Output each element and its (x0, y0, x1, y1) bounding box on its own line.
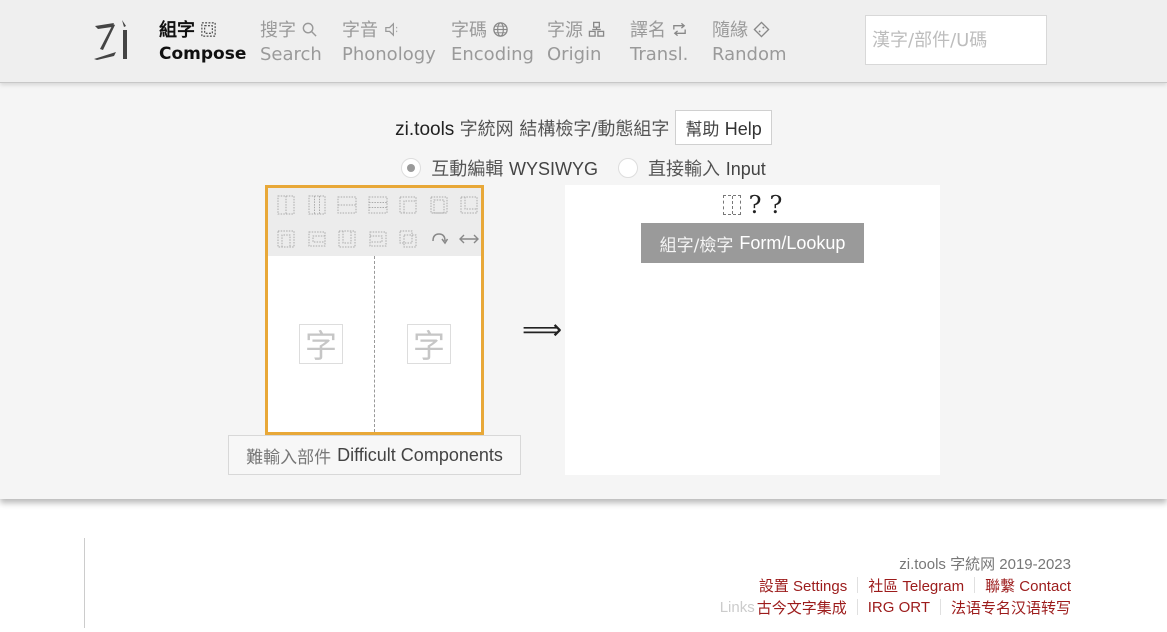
ids-component-2: ? (769, 191, 783, 219)
mode-input-radio[interactable]: 直接輸入 Input (617, 155, 766, 181)
link-separator (974, 577, 976, 593)
overlap-layout-icon[interactable] (398, 229, 418, 249)
form-lookup-zh: 組字/檢字 (659, 235, 734, 256)
nav-random-zh: 隨緣 (712, 20, 748, 41)
nav-translation-en: Transl. (630, 44, 689, 65)
mode-wysiwyg-radio[interactable]: 互動編輯 WYSIWYG (401, 155, 598, 181)
copyright-text: zi.tools 字統网 2019-2023 (899, 555, 1071, 573)
nav-translation-zh: 譯名 (630, 20, 666, 41)
nav-origin[interactable]: 字源 Origin (547, 17, 605, 65)
nav-translation[interactable]: 譯名 Transl. (630, 17, 688, 65)
nav-phonology[interactable]: 字音 Phonology (342, 17, 436, 65)
nav-search-zh: 搜字 (260, 20, 296, 41)
mode-selector: 互動編輯 WYSIWYG 直接輸入 Input (0, 155, 1167, 181)
nav-encoding[interactable]: 字碼 Encoding (451, 17, 534, 65)
nav-random-en: Random (712, 44, 787, 65)
nav-compose-zh: 組字 (159, 20, 195, 41)
nav-origin-zh: 字源 (547, 20, 583, 41)
search-icon (300, 20, 318, 38)
page-title-en: zi.tools (395, 118, 455, 140)
footer-divider (84, 538, 85, 628)
result-panel: ? ? 組字/檢字 Form/Lookup (565, 185, 940, 475)
structure-editor: 字 字 (265, 185, 484, 435)
ids-component-1: ? (748, 191, 762, 219)
nav-encoding-en: Encoding (451, 44, 534, 65)
ids-sequence: ? ? (565, 191, 940, 219)
left-middle-right-layout-icon[interactable] (307, 195, 327, 215)
compose-panel: zi.tools 字統网 結構檢字/動態組字 幫助 Help 互動編輯 WYSI… (0, 83, 1167, 499)
settings-link[interactable]: 設置 Settings (759, 575, 847, 596)
surround-top-open-layout-icon[interactable] (276, 229, 296, 249)
editor-canvas: 字 字 (268, 256, 481, 432)
top-middle-bottom-layout-icon[interactable] (368, 195, 388, 215)
surround-bottom-left-layout-icon[interactable] (459, 195, 479, 215)
link-separator (856, 599, 858, 615)
link-separator (939, 599, 941, 615)
surround-left-layout-icon[interactable] (307, 229, 327, 249)
nav-compose[interactable]: 組字 Compose (159, 17, 246, 64)
form-lookup-button[interactable]: 組字/檢字 Form/Lookup (641, 223, 864, 263)
nav-search[interactable]: 搜字 Search (260, 17, 322, 65)
left-right-layout-icon (722, 195, 741, 215)
top-nav-bar: 組字 Compose 搜字 Search 字音 Phonology 字碼 Enc… (0, 0, 1167, 83)
link-separator (857, 577, 859, 593)
contact-link[interactable]: 聯繫 Contact (985, 575, 1071, 596)
mode-wysiwyg-en: WYSIWYG (508, 159, 598, 179)
surround-full-layout-icon[interactable] (429, 195, 449, 215)
irg-ort-link[interactable]: IRG ORT (868, 599, 930, 616)
nav-phonology-zh: 字音 (342, 20, 378, 41)
globe-icon (491, 20, 509, 38)
page-title: zi.tools 字統网 結構檢字/動態組字 (395, 115, 669, 141)
nav-encoding-zh: 字碼 (451, 20, 487, 41)
implies-arrow-icon: ⟹ (522, 313, 563, 346)
footer: zi.tools 字統网 2019-2023 設置 Settings 社區 Te… (720, 552, 1071, 618)
layout-toolbar (268, 188, 481, 256)
hierarchy-icon (587, 20, 605, 38)
page-title-zh: 字統网 結構檢字/動態組字 (459, 118, 670, 140)
search-input[interactable] (865, 15, 1047, 65)
swap-icon (670, 20, 688, 38)
top-bottom-layout-icon[interactable] (337, 195, 357, 215)
telegram-link[interactable]: 社區 Telegram (868, 575, 964, 596)
component-slot-left[interactable]: 字 (299, 324, 343, 365)
zi-logo[interactable] (92, 16, 134, 62)
dice-icon (752, 20, 770, 38)
difficult-components-en: Difficult Components (337, 444, 503, 465)
flip-horizontal-icon[interactable] (459, 229, 479, 249)
nav-search-en: Search (260, 44, 322, 65)
mode-input-zh: 直接輸入 (647, 159, 720, 180)
french-transliteration-link[interactable]: 法语专名汉语转写 (951, 597, 1071, 618)
rotate-icon[interactable] (429, 229, 449, 249)
form-lookup-en: Form/Lookup (739, 232, 846, 253)
page-title-row: zi.tools 字統网 結構檢字/動態組字 幫助 Help (0, 110, 1167, 145)
left-right-layout-icon[interactable] (276, 195, 296, 215)
nav-random[interactable]: 隨緣 Random (712, 17, 787, 65)
guji-link[interactable]: 古今文字集成 (757, 597, 847, 618)
radio-selected-indicator[interactable] (401, 158, 422, 178)
surround-top-layout-icon[interactable] (398, 195, 418, 215)
surround-right-layout-icon[interactable] (368, 229, 388, 249)
speaker-icon (382, 20, 400, 38)
help-button-en: Help (724, 119, 762, 139)
links-label: Links (719, 598, 755, 616)
nav-phonology-en: Phonology (342, 44, 436, 65)
help-button[interactable]: 幫助 Help (675, 110, 772, 145)
radio-unselected-indicator[interactable] (617, 158, 638, 178)
surround-bottom-open-layout-icon[interactable] (337, 229, 357, 249)
nav-compose-en: Compose (159, 44, 247, 64)
help-button-zh: 幫助 (685, 120, 720, 140)
compose-box-icon (199, 20, 217, 38)
mode-wysiwyg-zh: 互動編輯 (431, 159, 504, 180)
difficult-components-button[interactable]: 難輸入部件 Difficult Components (228, 435, 521, 475)
nav-origin-en: Origin (547, 44, 602, 65)
difficult-components-zh: 難輸入部件 (246, 447, 332, 468)
split-divider (374, 256, 375, 432)
mode-input-en: Input (725, 159, 766, 179)
component-slot-right[interactable]: 字 (407, 324, 451, 365)
